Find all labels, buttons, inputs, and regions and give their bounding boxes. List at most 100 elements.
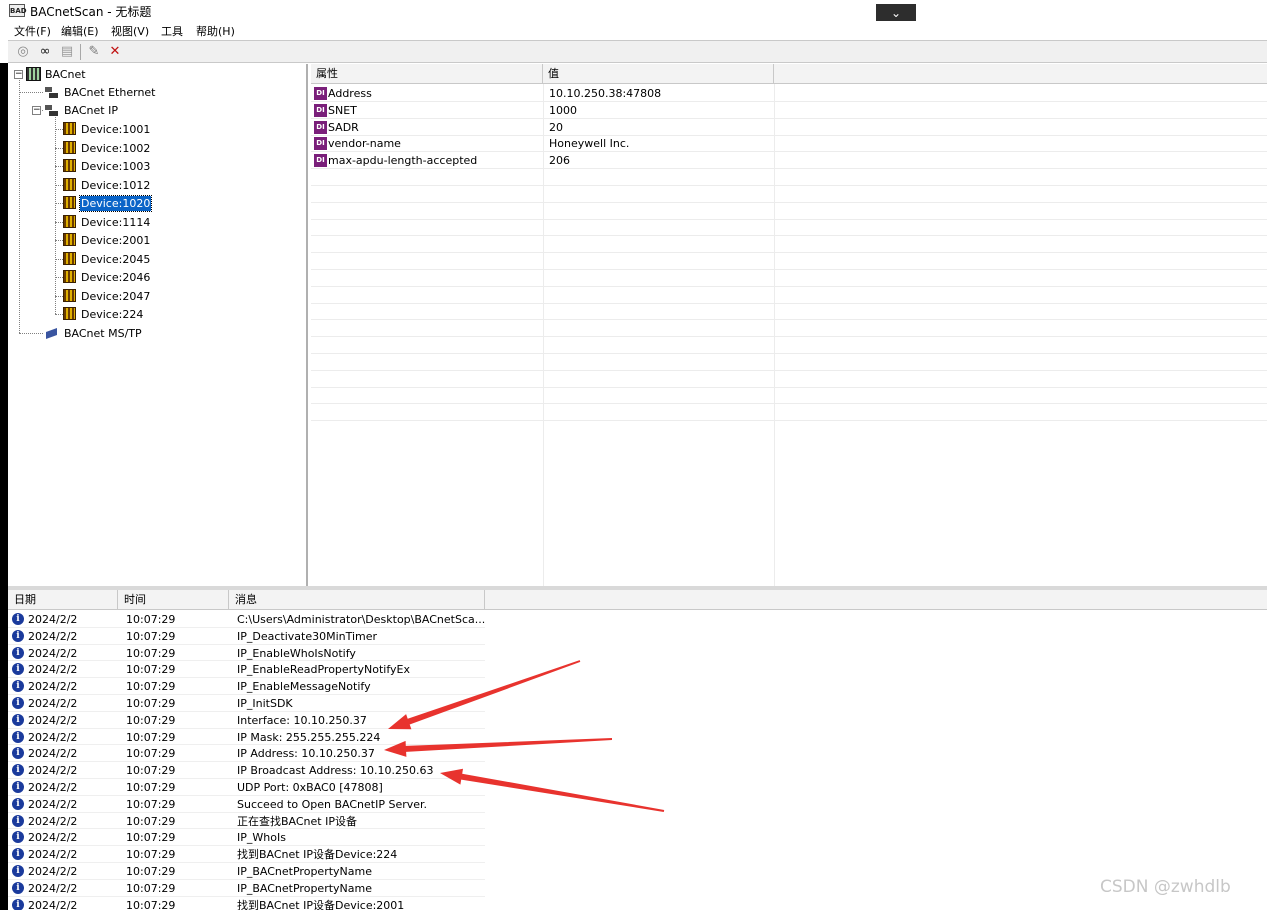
log-message: IP_EnableMessageNotify — [237, 680, 371, 694]
log-time: 10:07:29 — [126, 663, 176, 677]
tree-item-device[interactable]: Device:2047 — [63, 288, 183, 305]
log-row[interactable]: i 2024/2/2 10:07:29 正在查找BACnet IP设备 — [8, 813, 485, 830]
tree-item-device[interactable]: Device:1020 — [63, 195, 183, 212]
property-row[interactable]: DI Address 10.10.250.38:47808 — [311, 85, 1267, 102]
menu-bar: 文件(F) 编辑(E) 视图(V) 工具 帮助(H) — [0, 21, 1267, 39]
column-header-message[interactable]: 消息 — [229, 590, 485, 610]
log-row[interactable]: i 2024/2/2 10:07:29 IP_BACnetPropertyName — [8, 880, 485, 897]
tree-connector — [55, 314, 63, 315]
info-icon: i — [12, 764, 24, 777]
device-tree[interactable]: − BACnet BACnet Ethernet − BACnet IP Dev… — [8, 64, 308, 586]
empty-row — [311, 387, 1267, 405]
properties-icon[interactable]: ▤ — [58, 44, 76, 60]
column-header-time[interactable]: 时间 — [118, 590, 229, 610]
network-icon — [26, 67, 41, 81]
log-row[interactable]: i 2024/2/2 10:07:29 IP Mask: 255.255.255.22… — [8, 729, 485, 746]
log-row[interactable]: i 2024/2/2 10:07:29 C:\Users\Administrator\… — [8, 611, 485, 628]
tree-item-device[interactable]: Device:224 — [63, 306, 183, 323]
device-icon — [63, 307, 76, 320]
log-message: IP_EnableWhoIsNotify — [237, 646, 356, 660]
property-row[interactable]: DI SADR 20 — [311, 119, 1267, 136]
toolbar-separator — [80, 44, 81, 60]
info-icon: i — [12, 646, 24, 659]
device-icon — [63, 214, 76, 228]
property-row[interactable]: DI max-apdu-length-accepted 206 — [311, 152, 1267, 170]
view-icon[interactable]: ◎ — [14, 44, 32, 60]
menu-help[interactable]: 帮助(H) — [196, 23, 235, 39]
property-row[interactable]: DI SNET 1000 — [311, 102, 1267, 119]
device-icon — [63, 159, 76, 172]
log-date: 2024/2/2 — [28, 697, 78, 710]
property-name: SNET — [328, 103, 357, 117]
menu-tools[interactable]: 工具 — [161, 23, 183, 39]
tree-item-bacnet-mstp[interactable]: BACnet MS/TP — [44, 325, 204, 342]
log-row[interactable]: i 2024/2/2 10:07:29 Succeed to Open BACnetI… — [8, 796, 485, 813]
menu-file[interactable]: 文件(F) — [14, 23, 51, 39]
log-row[interactable]: i 2024/2/2 10:07:29 IP_WhoIs — [8, 829, 485, 847]
log-time: 10:07:29 — [126, 680, 176, 694]
property-type-icon: DI — [314, 87, 327, 100]
log-date: 2024/2/2 — [28, 848, 78, 862]
tree-item-device[interactable]: Device:2001 — [63, 232, 183, 249]
menu-edit[interactable]: 编辑(E) — [61, 23, 99, 39]
log-time: 10:07:29 — [126, 881, 176, 895]
empty-row — [311, 404, 1267, 422]
pencil-icon[interactable]: ✎ — [85, 44, 103, 60]
binoculars-icon[interactable]: ∞ — [36, 44, 54, 60]
tree-item-device[interactable]: Device:1002 — [63, 140, 183, 157]
empty-row — [311, 203, 1267, 220]
log-date: 2024/2/2 — [28, 898, 78, 910]
tree-item-device[interactable]: Device:1012 — [63, 177, 183, 194]
log-row[interactable]: i 2024/2/2 10:07:29 IP_Deactivate30MinTimer — [8, 628, 485, 645]
property-value: Honeywell Inc. — [549, 137, 630, 151]
property-name: max-apdu-length-accepted — [328, 154, 478, 168]
column-header-property[interactable]: 属性 — [311, 64, 543, 84]
log-row[interactable]: i 2024/2/2 10:07:29 找到BACnet IP设备Device:224 — [8, 846, 485, 863]
log-row[interactable]: i 2024/2/2 10:07:29 UDP Port: 0xBAC0 [47808… — [8, 779, 485, 796]
tree-item-device[interactable]: Device:2046 — [63, 269, 183, 286]
tree-root[interactable]: − BACnet — [12, 66, 132, 83]
property-type-icon: DI — [314, 137, 327, 151]
collapse-icon[interactable]: − — [32, 106, 41, 115]
log-row[interactable]: i 2024/2/2 10:07:29 IP_EnableMessageNotify — [8, 678, 485, 695]
tree-item-bacnet-ethernet[interactable]: BACnet Ethernet — [44, 84, 204, 101]
tree-connector — [19, 78, 20, 333]
log-message: 正在查找BACnet IP设备 — [237, 814, 357, 828]
tree-item-device[interactable]: Device:1003 — [63, 158, 183, 175]
menu-view[interactable]: 视图(V) — [111, 23, 149, 39]
property-row[interactable]: DI vendor-name Honeywell Inc. — [311, 135, 1267, 153]
log-row[interactable]: i 2024/2/2 10:07:29 IP_EnableWhoIsNotify — [8, 645, 485, 662]
collapse-icon[interactable]: − — [14, 70, 23, 79]
property-value: 1000 — [549, 103, 577, 117]
device-icon — [63, 140, 76, 154]
tree-item-label: Device:1012 — [81, 178, 151, 192]
info-icon: i — [12, 629, 24, 642]
empty-row — [311, 320, 1267, 338]
log-time: 10:07:29 — [126, 613, 176, 626]
log-time: 10:07:29 — [126, 713, 176, 727]
empty-row — [311, 236, 1267, 254]
property-list[interactable]: 属性 值 DI Address 10.10.250.38:47808 DI SNET 10… — [311, 64, 1267, 586]
empty-row — [311, 169, 1267, 186]
message-log[interactable]: 日期 时间 消息 i 2024/2/2 10:07:29 C:\Users\Admin… — [8, 590, 1267, 910]
log-row[interactable]: i 2024/2/2 10:07:29 IP Address: 10.10.250.3… — [8, 745, 485, 763]
log-row[interactable]: i 2024/2/2 10:07:29 IP Broadcast Address: 1… — [8, 762, 485, 779]
column-header-value[interactable]: 值 — [543, 64, 774, 84]
log-row[interactable]: i 2024/2/2 10:07:29 IP_InitSDK — [8, 695, 485, 712]
log-date: 2024/2/2 — [28, 713, 78, 727]
info-icon: i — [12, 881, 24, 894]
log-row[interactable]: i 2024/2/2 10:07:29 找到BACnet IP设备Device:200… — [8, 897, 485, 910]
property-type-icon: DI — [314, 103, 327, 117]
log-row[interactable]: i 2024/2/2 10:07:29 Interface: 10.10.250.37 — [8, 712, 485, 729]
log-row[interactable]: i 2024/2/2 10:07:29 IP_BACnetPropertyName — [8, 863, 485, 880]
column-header-date[interactable]: 日期 — [8, 590, 118, 610]
tree-item-device[interactable]: Device:2045 — [63, 251, 183, 268]
log-time: 10:07:29 — [126, 865, 176, 878]
log-row[interactable]: i 2024/2/2 10:07:29 IP_EnableReadPropertyNo… — [8, 661, 485, 679]
tree-item-device[interactable]: Device:1001 — [63, 121, 183, 138]
tree-item-bacnet-ip[interactable]: − BACnet IP — [28, 102, 188, 119]
delete-icon[interactable]: ✕ — [106, 44, 124, 60]
tree-item-device[interactable]: Device:1114 — [63, 214, 183, 231]
property-name: vendor-name — [328, 137, 401, 151]
tree-item-label-selected: Device:1020 — [78, 195, 153, 212]
